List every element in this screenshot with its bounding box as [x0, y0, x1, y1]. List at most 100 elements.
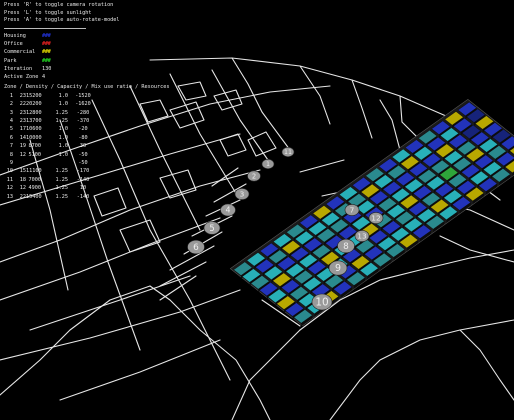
road-line	[29, 275, 191, 331]
zone-id: 5	[9, 126, 13, 133]
zone-mix-ratio: 1.25	[55, 118, 69, 125]
zone-density: 14	[19, 134, 26, 141]
zone-density: 22	[19, 193, 26, 200]
road-line	[231, 329, 301, 420]
zone-marker-label: 11	[284, 149, 292, 156]
road-line	[459, 329, 514, 401]
zone-row: 13 22 15400 1.25 -140	[4, 193, 154, 201]
zone-density: 17	[19, 126, 26, 133]
zone-density: 12	[19, 151, 26, 158]
zone-mix-ratio: 1.25	[55, 109, 69, 116]
legend-swatch: ###	[42, 41, 51, 48]
road-line	[247, 131, 277, 157]
legend-label: Commercial	[4, 49, 36, 56]
road-line	[439, 235, 514, 263]
road-line	[0, 217, 221, 301]
viewport[interactable]: 1 2 3 4 5 6 7 8 9 10 11 12 13 Press 'R' to toggle ca…	[0, 0, 514, 420]
zone-capacity: 5100	[28, 151, 42, 158]
zone-density: 15	[19, 168, 26, 175]
road-line	[379, 99, 401, 151]
instruction-sunlight: Press 'L' to toggle sunlight	[4, 9, 92, 16]
zone-mix-ratio: 1.25	[55, 176, 69, 183]
zone-mix-ratio: 1.0	[58, 151, 68, 158]
zone-row: 7 19 8700 1.0 30	[4, 143, 154, 151]
stat-label: Iteration	[4, 65, 33, 72]
zone-mix-ratio: 1.0	[58, 92, 68, 99]
zone-capacity: 20200	[26, 101, 42, 108]
zone-id: 10	[6, 168, 13, 175]
zone-capacity: 4900	[28, 185, 42, 192]
zone-capacity: 15200	[26, 92, 42, 99]
zone-table: Zone / Density / Capacity / Mix use rati…	[4, 83, 170, 202]
stat-label: Active Zone	[4, 74, 39, 81]
road-line	[219, 133, 247, 157]
instruction-camera-rotation: Press 'R' to toggle camera rotation	[4, 2, 114, 8]
road-line	[299, 159, 345, 173]
legend-swatch: ###	[42, 33, 51, 40]
zone-capacity: 10000	[26, 134, 42, 141]
zone-resources: -1620	[75, 101, 91, 108]
zone-marker-label: 5	[209, 223, 214, 233]
zone-row: 9 -50	[4, 160, 154, 168]
zone-marker-label: 10	[315, 297, 328, 309]
legend-swatch: ###	[42, 57, 51, 64]
stat-value: 4	[42, 74, 46, 81]
zone-resources: -50	[78, 151, 88, 158]
zone-row: 3 23 12800 1.25 -280	[4, 109, 154, 117]
zone-resources: -20	[78, 126, 88, 133]
zone-density: 12	[19, 185, 26, 192]
zone-table-header: Zone / Density / Capacity / Mix use rati…	[4, 83, 170, 90]
zone-marker-label: 7	[350, 205, 355, 214]
zone-resources: -370	[76, 118, 90, 125]
legend-label: Housing	[4, 33, 26, 40]
legend-label: Office	[4, 41, 23, 48]
zone-marker-label: 3	[240, 189, 245, 198]
zone-mix-ratio: 1.25	[55, 185, 69, 192]
zone-capacity: 8700	[28, 143, 42, 150]
road-line	[0, 285, 151, 396]
hud-divider	[4, 27, 86, 29]
zone-mix-ratio: 1.0	[58, 101, 68, 108]
zone-marker-label: 4	[225, 206, 230, 215]
zone-row: 1 23 15200 1.0 -1520	[4, 93, 154, 101]
zone-density: 23	[19, 109, 26, 116]
road-line	[399, 95, 421, 141]
legend-commercial: Commercial ###	[4, 49, 154, 57]
zone-row: 4 23 13700 1.25 -370	[4, 118, 154, 126]
legend-housing: Housing ###	[4, 33, 154, 41]
zone-table-rows: 1 23 15200 1.0 -1520 2 22 20200 1.0 -1620 3 23 12800…	[4, 93, 154, 202]
zone-capacity: 13700	[26, 118, 42, 125]
zone-row: 10 15 11100 1.25 -170	[4, 168, 154, 176]
zone-marker-label: 6	[193, 243, 199, 253]
zone-id: 4	[9, 118, 13, 125]
road-line	[329, 319, 514, 420]
stat-iteration: Iteration 130	[4, 66, 154, 74]
zone-capacity: 10600	[26, 126, 42, 133]
zone-marker-label: 12	[371, 213, 380, 222]
zone-id: 12	[6, 185, 13, 192]
zone-row: 5 17 10600 1.0 -20	[4, 126, 154, 134]
zone-marker-label: 8	[343, 242, 349, 252]
zone-id: 2	[9, 101, 13, 108]
zone-resources: -140	[76, 176, 90, 183]
stat-value: 130	[42, 65, 52, 72]
zone-id: 7	[9, 143, 13, 150]
zone-resources: -50	[78, 160, 88, 167]
road-line	[159, 261, 207, 287]
stat-active-zone: Active Zone 4	[4, 74, 154, 82]
zone-marker-label: 2	[252, 172, 256, 180]
zone-capacity: 12800	[26, 109, 42, 116]
zone-id: 3	[9, 109, 13, 116]
zone-mix-ratio: 1.0	[58, 134, 68, 141]
zone-id: 6	[9, 134, 13, 141]
zone-resources: -1520	[75, 92, 91, 99]
hud-overlay: Press 'R' to toggle camera rotation Pres…	[4, 2, 170, 202]
instruction-auto-rotate: Press 'A' to toggle auto-rotate-model	[4, 17, 120, 24]
legend-swatch: ###	[42, 49, 51, 56]
zone-resources: -140	[76, 193, 90, 200]
zone-resources: 30	[79, 143, 87, 150]
road-line	[351, 79, 373, 139]
zone-density: 22	[19, 101, 26, 108]
zone-mix-ratio: 1.25	[55, 193, 69, 200]
legend-label: Park	[4, 57, 17, 64]
